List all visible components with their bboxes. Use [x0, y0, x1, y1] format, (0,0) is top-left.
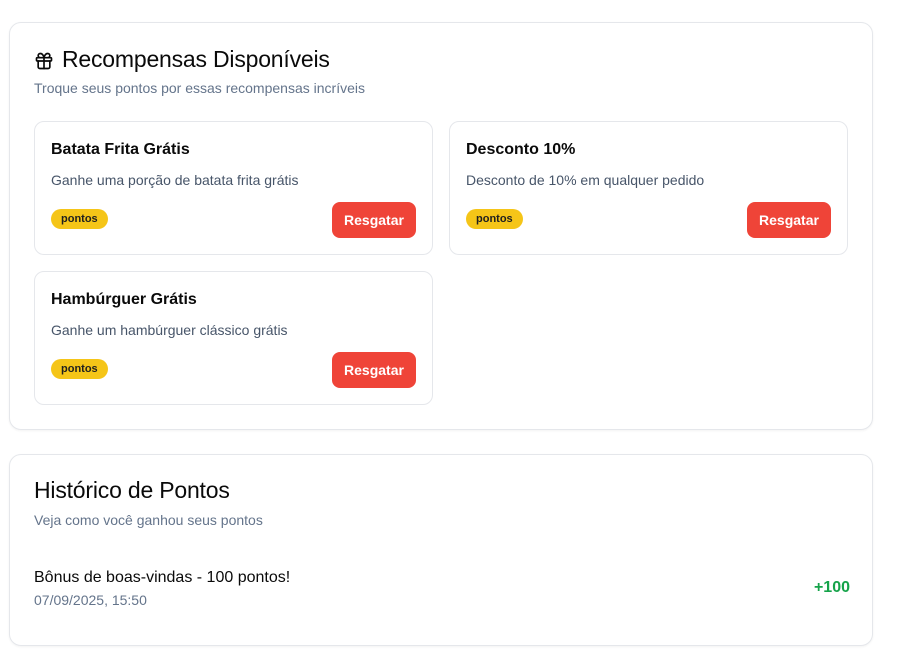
rewards-card: Recompensas Disponíveis Troque seus pont… — [9, 22, 873, 430]
reward-description: Desconto de 10% em qualquer pedido — [466, 172, 705, 188]
reward-name: Batata Frita Grátis — [51, 141, 190, 158]
history-entry-description: Bônus de boas-vindas - 100 pontos! — [34, 569, 291, 586]
rewards-title-text: Recompensas Disponíveis — [62, 46, 330, 72]
reward-card: Batata Frita Grátis Ganhe uma porção de … — [34, 121, 433, 255]
redeem-button[interactable]: Resgatar — [332, 202, 416, 238]
reward-name: Hambúrguer Grátis — [51, 291, 197, 308]
rewards-title: Recompensas Disponíveis — [34, 46, 330, 73]
reward-card: Desconto 10% Desconto de 10% em qualquer… — [449, 121, 848, 255]
redeem-button[interactable]: Resgatar — [747, 202, 831, 238]
reward-name: Desconto 10% — [466, 141, 576, 158]
points-badge: pontos — [51, 209, 108, 229]
reward-description: Ganhe um hambúrguer clássico grátis — [51, 322, 288, 338]
points-history-card: Histórico de Pontos Veja como você ganho… — [9, 454, 873, 646]
history-entry-points: +100 — [813, 579, 850, 596]
points-badge: pontos — [466, 209, 523, 229]
reward-card: Hambúrguer Grátis Ganhe um hambúrguer cl… — [34, 271, 433, 405]
history-title: Histórico de Pontos — [34, 477, 230, 503]
gift-icon — [34, 50, 54, 70]
rewards-subtitle: Troque seus pontos por essas recompensas… — [34, 80, 365, 96]
history-entry: Bônus de boas-vindas - 100 pontos! 07/09… — [34, 567, 850, 611]
reward-description: Ganhe uma porção de batata frita grátis — [51, 172, 299, 188]
redeem-button[interactable]: Resgatar — [332, 352, 416, 388]
history-subtitle: Veja como você ganhou seus pontos — [34, 512, 263, 528]
points-badge: pontos — [51, 359, 108, 379]
history-entry-date: 07/09/2025, 15:50 — [34, 592, 147, 608]
